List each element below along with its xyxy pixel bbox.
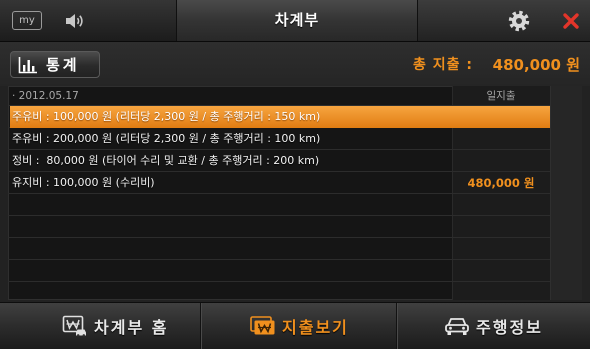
table-row[interactable]: 유지비 : 100,000 원 (수리비) 480,000 원	[10, 172, 550, 194]
summary-bar: 통계 총 지출 : 480,000 원	[0, 42, 590, 86]
logbook-icon	[62, 315, 86, 337]
table-row[interactable]: 주유비 : 200,000 원 (리터당 2,300 원 / 총 주행거리 : …	[10, 128, 550, 150]
row-text: 주유비 : 100,000 원 (리터당 2,300 원 / 총 주행거리 : …	[12, 110, 321, 123]
stats-button[interactable]: 통계	[10, 51, 100, 78]
page-title: 차계부	[274, 11, 320, 29]
total-expense-label: 총 지출 :	[413, 57, 473, 73]
tab-content: 차계부 홈	[62, 303, 168, 349]
speaker-icon[interactable]	[63, 10, 85, 32]
table-header: · 2012.05.17 일지출	[8, 86, 550, 106]
table-row[interactable]: 정비 : 80,000 원 (타이어 수리 및 교환 / 총 주행거리 : 20…	[10, 150, 550, 172]
stats-label: 통계	[46, 56, 80, 74]
my-label: my	[19, 14, 35, 26]
bottom-nav: 차계부 홈 지출보기 주행정보	[0, 302, 590, 349]
car-icon	[445, 318, 469, 335]
row-text: 유지비 : 100,000 원 (수리비)	[12, 176, 155, 189]
table-right-gutter	[550, 86, 582, 300]
tab-content: 지출보기	[250, 303, 349, 349]
row-text: 주유비 : 200,000 원 (리터당 2,300 원 / 총 주행거리 : …	[12, 132, 321, 145]
close-icon[interactable]	[562, 12, 580, 30]
expense-icon	[250, 316, 275, 335]
tab-driving-info[interactable]: 주행정보	[396, 303, 590, 349]
table-date: · 2012.05.17	[12, 90, 79, 102]
row-daily-value: 480,000 원	[467, 176, 535, 190]
tab-content: 주행정보	[444, 303, 543, 349]
bar-chart-icon	[18, 56, 37, 73]
gear-icon[interactable]	[507, 9, 531, 33]
table-row[interactable]: 주유비 : 100,000 원 (리터당 2,300 원 / 총 주행거리 : …	[10, 106, 550, 128]
top-bar: my 차계부	[0, 0, 590, 42]
daily-header: 일지출	[486, 90, 516, 102]
tab-expense-view[interactable]: 지출보기	[200, 303, 396, 349]
total-expense-value: 480,000 원	[492, 56, 580, 74]
row-text: 정비 : 80,000 원 (타이어 수리 및 교환 / 총 주행거리 : 20…	[12, 154, 320, 167]
expense-table: · 2012.05.17 일지출 주유비 : 100,000 원 (리터당 2,…	[8, 86, 582, 300]
tab-logbook-home[interactable]: 차계부 홈	[0, 303, 200, 349]
my-box-icon[interactable]: my	[12, 11, 42, 30]
tab-label: 차계부 홈	[94, 318, 169, 337]
tab-label: 지출보기	[282, 318, 349, 337]
tab-label: 주행정보	[476, 318, 543, 337]
